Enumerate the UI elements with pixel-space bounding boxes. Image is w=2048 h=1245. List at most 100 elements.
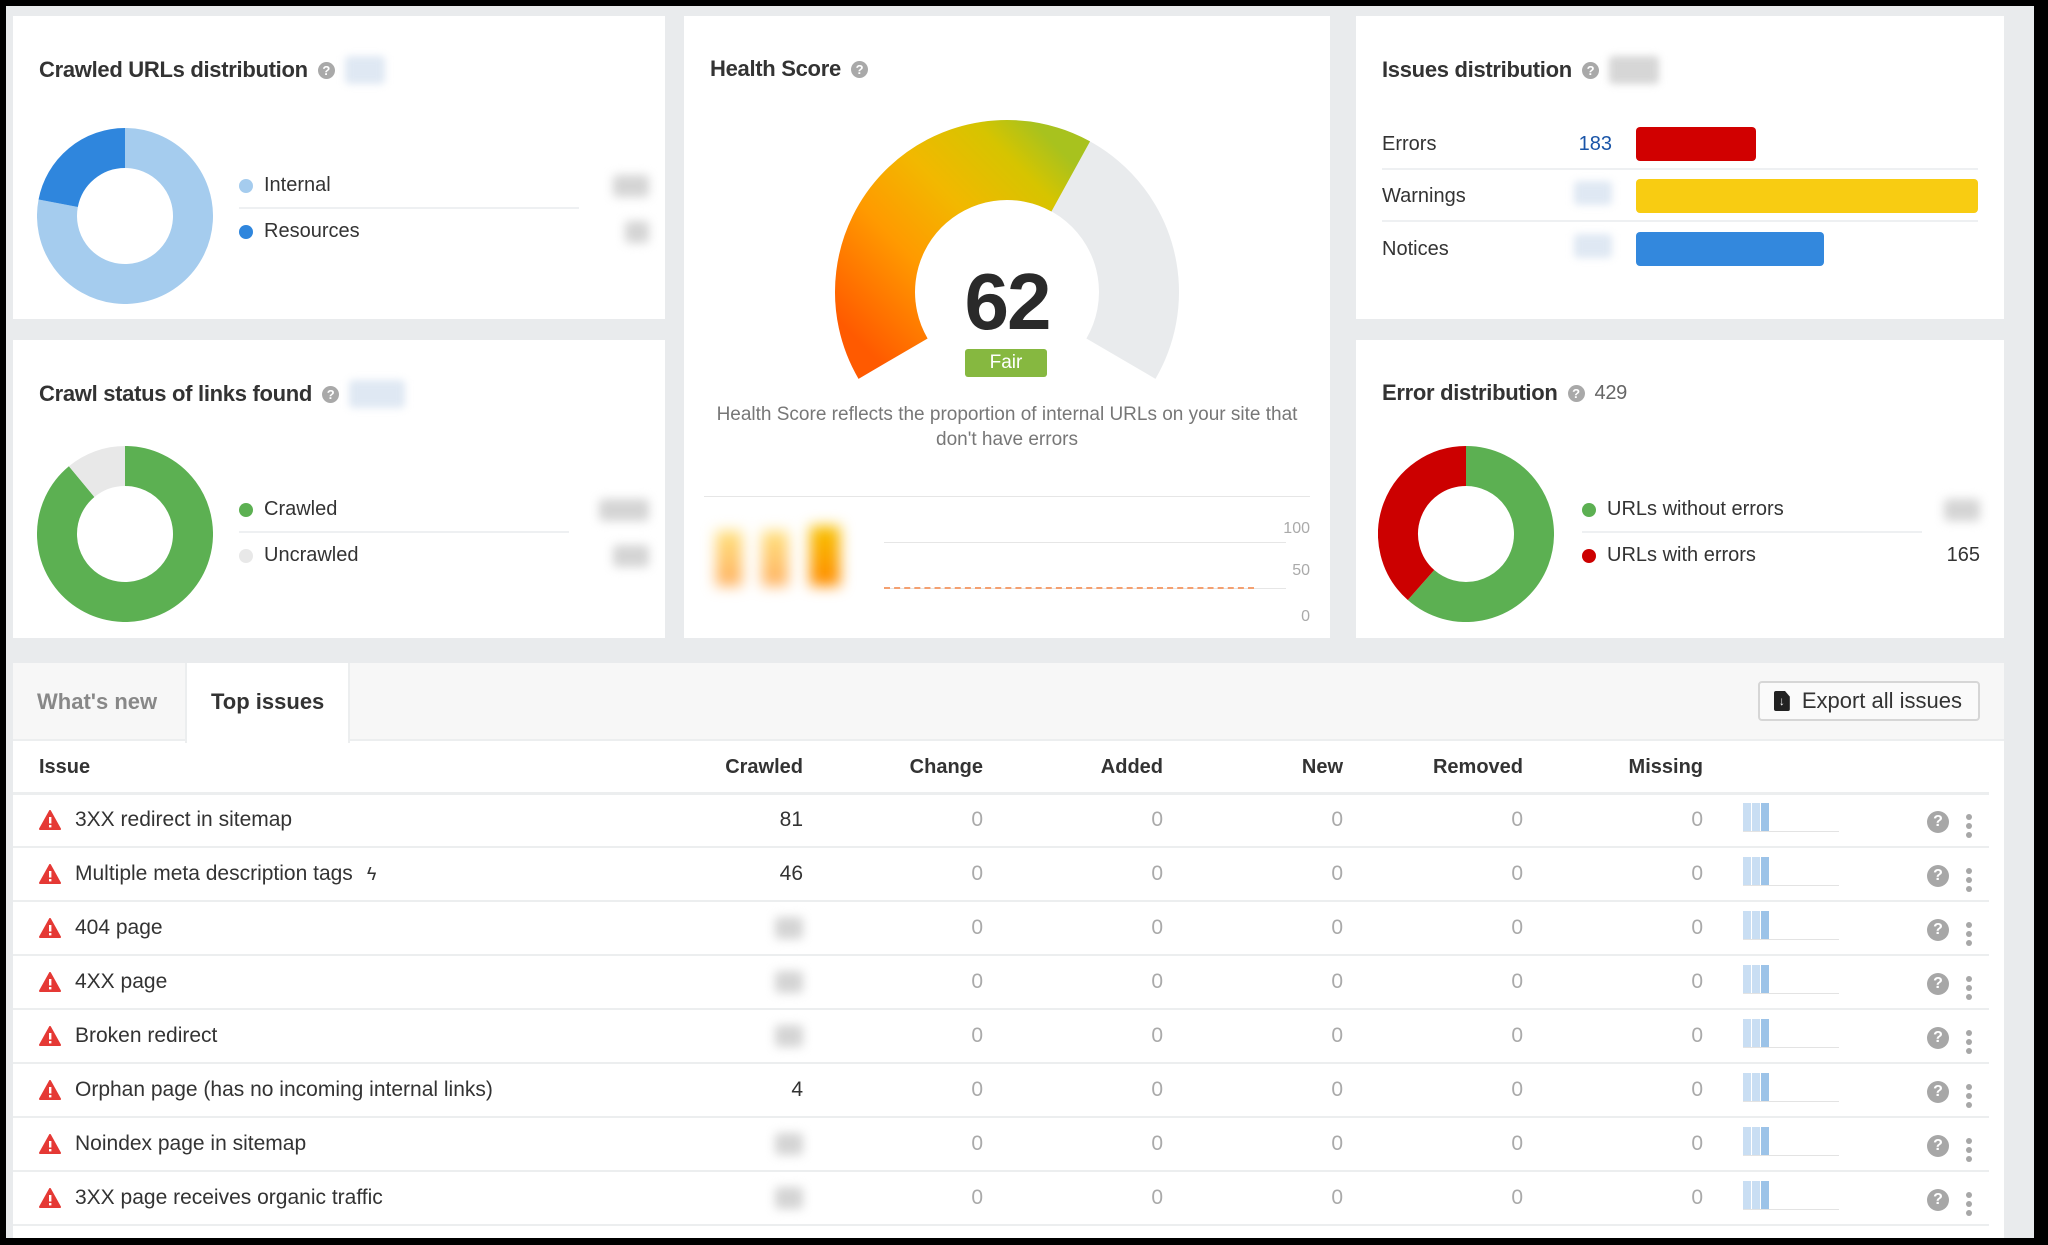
issue-name[interactable]: 3XX redirect in sitemap — [75, 808, 292, 832]
donut-slice-crawled[interactable] — [37, 446, 213, 622]
card-title: Crawl status of links found ? — [39, 380, 406, 408]
issue-name[interactable]: 3XX page receives organic traffic — [75, 1186, 383, 1210]
issue-name[interactable]: Broken redirect — [75, 1024, 217, 1048]
spark-bar — [1743, 1127, 1751, 1155]
trend-sparkline[interactable] — [1743, 1125, 1839, 1157]
cell-issue[interactable]: 3XX page receives organic traffic — [13, 1171, 613, 1226]
trend-sparkline[interactable] — [1743, 855, 1839, 887]
cell-crawled-hidden — [613, 1117, 803, 1172]
issues-row-warnings[interactable]: Warnings — [1382, 172, 1978, 222]
axis-label-0: 0 — [1301, 608, 1310, 625]
site-audit-overview: Crawled URLs distribution ? Internal Res… — [6, 6, 2034, 1238]
table-row[interactable]: Broken redirect 0 0 0 0 0 ? — [13, 1009, 1989, 1064]
col-removed[interactable]: Removed — [1343, 743, 1523, 795]
trend-sparkline[interactable] — [1743, 1179, 1839, 1211]
issues-row-notices[interactable]: Notices — [1382, 224, 1978, 274]
donut-slice-uncrawled[interactable] — [68, 446, 126, 498]
issue-name[interactable]: 4XX page — [75, 970, 167, 994]
help-icon[interactable]: ? — [1927, 918, 1949, 941]
col-change[interactable]: Change — [803, 743, 983, 795]
col-added[interactable]: Added — [983, 743, 1163, 795]
cell-missing: 0 — [1523, 1117, 1703, 1172]
table-row[interactable]: 404 page 0 0 0 0 0 ? — [13, 901, 1989, 956]
more-options-icon[interactable] — [1964, 868, 1974, 892]
spark-bar — [1752, 1127, 1760, 1155]
more-options-icon[interactable] — [1964, 976, 1974, 1000]
legend-item-urls-with-errors[interactable]: URLs with errors 165 — [1582, 533, 1980, 578]
tab-top-issues[interactable]: Top issues — [185, 663, 351, 743]
cell-issue[interactable]: Broken redirect — [13, 1009, 613, 1064]
trend-sparkline[interactable] — [1743, 801, 1839, 833]
col-missing[interactable]: Missing — [1523, 743, 1703, 795]
more-options-icon[interactable] — [1964, 1138, 1974, 1162]
table-row[interactable]: 3XX redirect in sitemap 81 0 0 0 0 0 ? — [13, 793, 1989, 848]
spark-bar — [1752, 803, 1760, 832]
cell-issue[interactable]: Noindex page in sitemap — [13, 1117, 613, 1172]
issue-name[interactable]: 404 page — [75, 916, 163, 940]
help-icon[interactable]: ? — [1927, 1188, 1949, 1211]
error-warning-icon — [39, 972, 61, 992]
cell-issue[interactable]: Multiple meta description tags ϟ — [13, 847, 613, 902]
donut-slice-resources[interactable] — [38, 128, 126, 208]
help-icon[interactable]: ? — [1567, 384, 1585, 402]
col-new[interactable]: New — [1163, 743, 1343, 795]
trend-sparkline[interactable] — [1743, 963, 1839, 995]
cell-removed: 0 — [1343, 901, 1523, 956]
card-title: Error distribution ? 429 — [1382, 380, 1627, 405]
more-options-icon[interactable] — [1964, 922, 1974, 946]
help-icon[interactable]: ? — [1927, 810, 1949, 833]
issues-row-errors[interactable]: Errors 183 — [1382, 120, 1978, 170]
cell-removed: 0 — [1343, 1117, 1523, 1172]
legend-item-crawled[interactable]: Crawled — [239, 488, 649, 533]
help-icon[interactable]: ? — [1927, 864, 1949, 887]
table-row[interactable]: Orphan page (has no incoming internal li… — [13, 1063, 1989, 1118]
spark-bar — [1761, 1181, 1769, 1209]
more-options-icon[interactable] — [1964, 1084, 1974, 1108]
table-row[interactable]: Multiple meta description tags ϟ 46 0 0 0… — [13, 847, 1989, 902]
issue-name[interactable]: Noindex page in sitemap — [75, 1132, 306, 1156]
legend-item-internal[interactable]: Internal — [239, 164, 649, 209]
cell-issue[interactable]: 404 page — [13, 901, 613, 956]
cell-missing: 0 — [1523, 793, 1703, 848]
cell-added: 0 — [983, 1063, 1163, 1118]
help-icon[interactable]: ? — [1581, 61, 1599, 79]
help-icon[interactable]: ? — [1927, 1080, 1949, 1103]
legend-item-uncrawled[interactable]: Uncrawled — [239, 533, 649, 578]
more-options-icon[interactable] — [1964, 1192, 1974, 1216]
legend-value-hidden — [1944, 498, 1980, 521]
help-icon[interactable]: ? — [850, 60, 868, 78]
help-icon[interactable]: ? — [1927, 972, 1949, 995]
issue-name[interactable]: Multiple meta description tags — [75, 862, 353, 886]
more-options-icon[interactable] — [1964, 1030, 1974, 1054]
help-icon[interactable]: ? — [1927, 1134, 1949, 1157]
trend-sparkline[interactable] — [1743, 1017, 1839, 1049]
cell-removed: 0 — [1343, 955, 1523, 1010]
export-all-issues-button[interactable]: ↓ Export all issues — [1757, 681, 1980, 721]
legend-item-urls-without-errors[interactable]: URLs without errors — [1582, 488, 1980, 533]
cell-crawled[interactable]: 4 — [613, 1063, 803, 1118]
table-row[interactable]: 4XX page 0 0 0 0 0 ? — [13, 955, 1989, 1010]
donut-slice-urls-with-errors[interactable] — [1378, 446, 1467, 600]
cell-crawled[interactable]: 46 — [613, 847, 803, 902]
tab-whats-new[interactable]: What's new — [13, 663, 181, 741]
cell-issue[interactable]: Orphan page (has no incoming internal li… — [13, 1063, 613, 1118]
cell-crawled[interactable]: 81 — [613, 793, 803, 848]
col-crawled[interactable]: Crawled — [613, 743, 803, 795]
more-options-icon[interactable] — [1964, 814, 1974, 839]
cell-issue[interactable]: 3XX redirect in sitemap — [13, 793, 613, 848]
help-icon[interactable]: ? — [322, 385, 340, 403]
help-icon[interactable]: ? — [317, 61, 335, 79]
errors-count[interactable]: 183 — [1542, 133, 1612, 156]
trend-sparkline[interactable] — [1743, 909, 1839, 941]
issue-name[interactable]: Orphan page (has no incoming internal li… — [75, 1078, 493, 1102]
help-icon[interactable]: ? — [1927, 1026, 1949, 1049]
table-row[interactable]: Noindex page in sitemap 0 0 0 0 0 ? — [13, 1117, 1989, 1172]
crawl-status-donut — [37, 446, 213, 622]
col-issue[interactable]: Issue — [13, 743, 613, 795]
issues-table: Issue Crawled Change Added New Removed M… — [13, 743, 1989, 1226]
lightning-icon: ϟ — [366, 863, 377, 884]
trend-sparkline[interactable] — [1743, 1071, 1839, 1103]
legend-item-resources[interactable]: Resources — [239, 209, 649, 254]
table-row[interactable]: 3XX page receives organic traffic 0 0 0 … — [13, 1171, 1989, 1226]
cell-issue[interactable]: 4XX page — [13, 955, 613, 1010]
